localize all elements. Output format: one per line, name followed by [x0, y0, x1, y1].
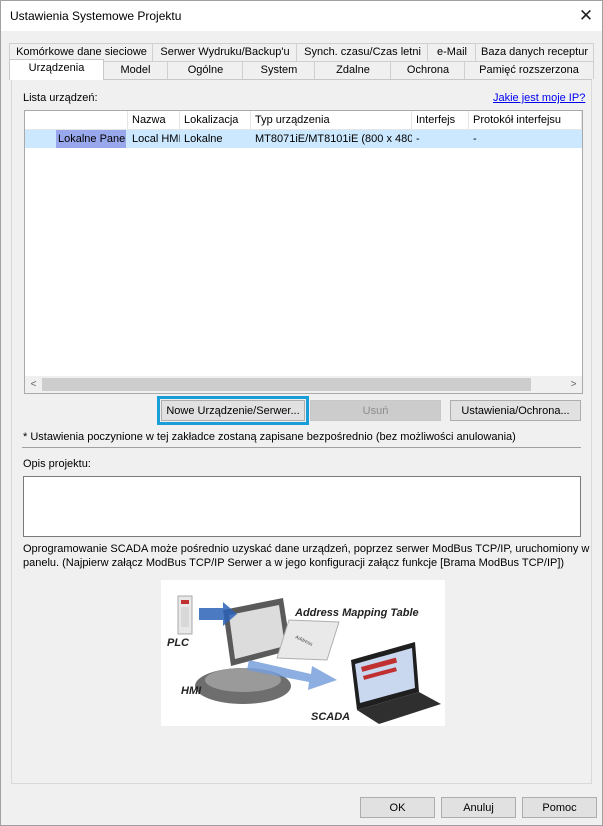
devices-panel: Lista urządzeń: Jakie jest moje IP? Nazw… — [11, 79, 592, 784]
cell-extra: 0 — [582, 130, 583, 148]
close-icon[interactable]: ✕ — [573, 3, 599, 29]
cell-location: Lokalne — [184, 133, 223, 145]
dialog-window: Ustawienia Systemowe Projektu ✕ Komórkow… — [0, 0, 603, 826]
column-header-id[interactable] — [25, 111, 128, 129]
project-description-label: Opis projektu: — [23, 458, 91, 470]
device-list[interactable]: Nazwa Lokalizacja Typ urządzenia Interfe… — [24, 110, 583, 394]
tab-recipe-database[interactable]: Baza danych receptur — [475, 43, 594, 61]
project-description-field[interactable] — [23, 476, 581, 537]
device-list-header: Nazwa Lokalizacja Typ urządzenia Interfe… — [25, 111, 582, 130]
cell-device-type: MT8071iE/MT8101iE (800 x 480) — [255, 133, 412, 145]
laptop-icon — [351, 642, 441, 724]
tab-extended-memory[interactable]: Pamięć rozszerzona — [464, 61, 594, 79]
device-list-label: Lista urządzeń: — [23, 92, 98, 104]
scroll-thumb[interactable] — [42, 378, 531, 391]
scada-info-line2: panelu. (Najpierw załącz ModBus TCP/IP S… — [23, 557, 565, 569]
table-row[interactable]: Lokalne Panel Local HMI Lokalne MT8071iE… — [25, 130, 582, 148]
column-header-protocol[interactable]: Protokół interfejsu — [469, 111, 582, 129]
divider — [22, 447, 581, 448]
tab-model[interactable]: Model — [102, 61, 169, 79]
column-header-interface[interactable]: Interfejs — [412, 111, 469, 129]
column-header-device-type[interactable]: Typ urządzenia — [251, 111, 412, 129]
column-header-location[interactable]: Lokalizacja — [180, 111, 251, 129]
scroll-right-icon[interactable]: > — [565, 376, 582, 393]
tab-general[interactable]: Ogólne — [167, 61, 244, 79]
tab-security[interactable]: Ochrona — [390, 61, 466, 79]
diagram-hmi-label: HMI — [181, 685, 202, 697]
diagram-scada-label: SCADA — [311, 711, 350, 723]
scada-info-line1: Oprogramowanie SCADA może pośrednio uzys… — [23, 543, 590, 555]
help-button[interactable]: Pomoc — [522, 797, 597, 818]
save-note: * Ustawienia poczynione w tej zakładce z… — [23, 431, 516, 443]
tab-devices[interactable]: Urządzenia — [9, 59, 104, 80]
ok-button[interactable]: OK — [360, 797, 435, 818]
tab-email[interactable]: e-Mail — [427, 43, 477, 61]
tab-remote[interactable]: Zdalne — [314, 61, 392, 79]
diagram-graphic: Address Mapping Table PLC HMI SCADA Addr… — [167, 595, 441, 724]
diagram-plc-label: PLC — [167, 637, 190, 649]
plc-icon — [177, 595, 193, 635]
cancel-button[interactable]: Anuluj — [441, 797, 516, 818]
diagram-title: Address Mapping Table — [294, 607, 419, 619]
modbus-gateway-diagram: Address Mapping Table PLC HMI SCADA Addr… — [161, 580, 445, 726]
cell-id: Lokalne Panel — [56, 130, 126, 148]
ip-link[interactable]: Jakie jest moje IP? — [493, 92, 585, 104]
tab-time-sync[interactable]: Synch. czasu/Czas letni — [296, 43, 429, 61]
column-header-name[interactable]: Nazwa — [128, 111, 180, 129]
title-bar: Ustawienia Systemowe Projektu ✕ — [1, 1, 602, 31]
scroll-left-icon[interactable]: < — [25, 376, 42, 393]
tab-row-bottom: Urządzenia Model Ogólne System Zdalne Oc… — [9, 59, 594, 80]
settings-security-button[interactable]: Ustawienia/Ochrona... — [450, 400, 581, 421]
delete-button[interactable]: Usuń — [310, 400, 441, 421]
window-title: Ustawienia Systemowe Projektu — [10, 9, 182, 23]
new-device-button[interactable]: Nowe Urządzenie/Serwer... — [161, 400, 305, 421]
tab-print-backup[interactable]: Serwer Wydruku/Backup'u — [152, 43, 298, 61]
column-header-extra[interactable]: N — [582, 111, 583, 129]
cell-name: Local HMI — [132, 133, 180, 145]
tab-system[interactable]: System — [242, 61, 316, 79]
cell-protocol: - — [473, 133, 477, 145]
cell-interface: - — [416, 133, 420, 145]
horizontal-scrollbar[interactable]: < > — [25, 376, 582, 393]
